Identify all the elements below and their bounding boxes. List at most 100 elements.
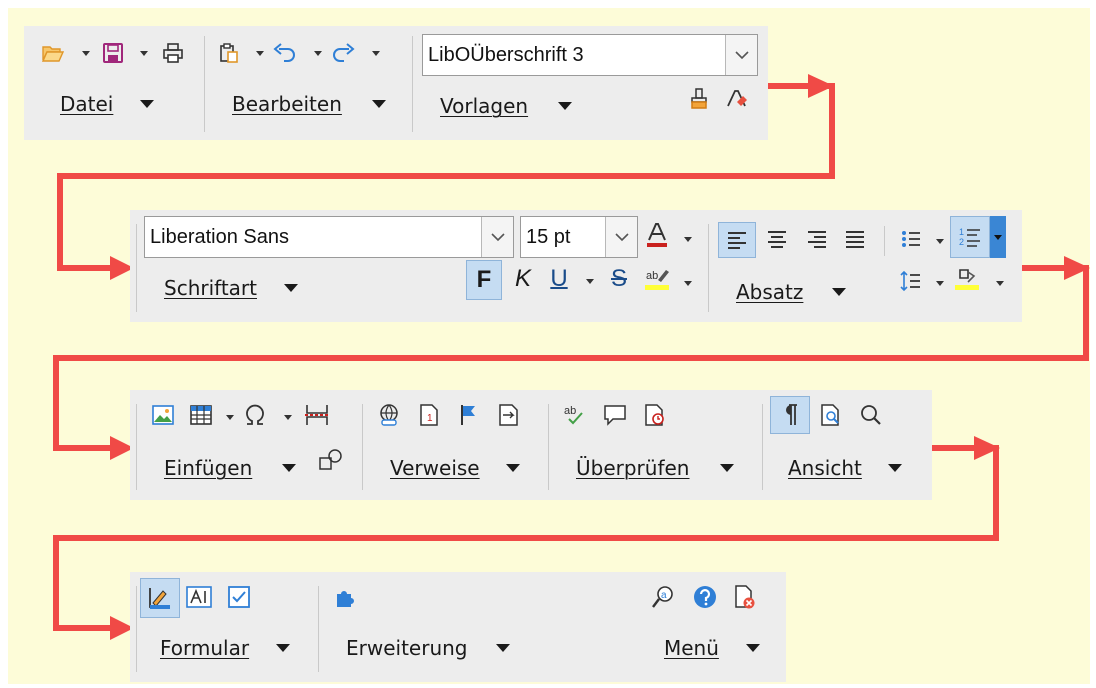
separator xyxy=(884,226,885,256)
menu-formular[interactable]: Formular xyxy=(160,636,249,660)
print-icon[interactable] xyxy=(160,40,186,66)
undo-dropdown[interactable] xyxy=(312,40,324,66)
menu-bearbeiten[interactable]: Bearbeiten xyxy=(232,92,342,116)
highlight-dropdown[interactable] xyxy=(682,270,694,296)
numbering-dropdown[interactable] xyxy=(990,216,1006,258)
spelling-icon[interactable]: ab xyxy=(562,402,588,428)
cross-reference-icon[interactable] xyxy=(496,402,522,428)
redo-icon[interactable] xyxy=(330,40,356,66)
menu-menue-arrow[interactable] xyxy=(746,644,760,652)
checkbox-icon[interactable] xyxy=(226,584,252,610)
open-icon[interactable] xyxy=(40,40,66,66)
separator xyxy=(204,36,205,132)
clone-formatting-icon[interactable] xyxy=(686,86,712,112)
font-name-combo[interactable]: Liberation Sans xyxy=(144,216,514,258)
align-left-icon[interactable] xyxy=(718,222,756,258)
save-dropdown[interactable] xyxy=(138,40,150,66)
menu-verweise-arrow[interactable] xyxy=(506,464,520,472)
image-icon[interactable] xyxy=(150,402,176,428)
menu-absatz-arrow[interactable] xyxy=(832,288,846,296)
chevron-down-icon xyxy=(490,232,505,241)
numbering-icon[interactable]: 12 xyxy=(950,216,990,258)
open-dropdown[interactable] xyxy=(80,40,92,66)
menu-bearbeiten-arrow[interactable] xyxy=(372,100,386,108)
align-center-icon[interactable] xyxy=(764,226,790,252)
paragraph-style-dropdown-button[interactable] xyxy=(725,35,757,75)
menu-verweise[interactable]: Verweise xyxy=(390,456,480,480)
underline-dropdown[interactable] xyxy=(584,268,596,294)
line-spacing-icon[interactable] xyxy=(898,268,924,294)
undo-icon[interactable] xyxy=(272,40,298,66)
paragraph-style-value: LibOÜberschrift 3 xyxy=(428,44,584,66)
table-icon[interactable] xyxy=(188,402,214,428)
menu-datei-arrow[interactable] xyxy=(140,100,154,108)
special-character-dropdown[interactable] xyxy=(282,404,294,430)
font-color-dropdown[interactable] xyxy=(682,226,694,252)
save-icon[interactable] xyxy=(100,40,126,66)
align-right-icon[interactable] xyxy=(804,226,830,252)
redo-dropdown[interactable] xyxy=(370,40,382,66)
svg-text:1: 1 xyxy=(427,413,433,424)
bullets-icon[interactable] xyxy=(898,226,924,252)
font-size-combo[interactable]: 15 pt xyxy=(520,216,638,258)
menu-einfuegen[interactable]: Einfügen xyxy=(164,456,252,480)
menu-schriftart[interactable]: Schriftart xyxy=(164,276,257,300)
paragraph-style-combo[interactable]: LibOÜberschrift 3 xyxy=(422,34,758,76)
highlight-icon[interactable]: ab xyxy=(644,266,670,292)
menu-erweiterung[interactable]: Erweiterung xyxy=(346,636,468,660)
menu-ansicht-arrow[interactable] xyxy=(888,464,902,472)
menu-datei[interactable]: Datei xyxy=(60,92,113,116)
extension-icon[interactable] xyxy=(332,584,358,610)
menu-ueberpruefen-arrow[interactable] xyxy=(720,464,734,472)
shapes-icon[interactable] xyxy=(318,446,344,472)
paragraph-background-dropdown[interactable] xyxy=(994,270,1006,296)
font-color-icon[interactable] xyxy=(644,222,670,248)
menu-einfuegen-arrow[interactable] xyxy=(282,464,296,472)
comment-icon[interactable] xyxy=(602,402,628,428)
menu-ueberpruefen[interactable]: Überprüfen xyxy=(576,456,689,480)
font-size-dropdown-button[interactable] xyxy=(605,217,637,257)
special-character-icon[interactable] xyxy=(242,402,268,428)
track-changes-icon[interactable] xyxy=(642,402,668,428)
italic-button[interactable]: K xyxy=(510,264,536,294)
footnote-icon[interactable]: 1 xyxy=(416,402,442,428)
justify-icon[interactable] xyxy=(842,226,868,252)
help-icon[interactable] xyxy=(692,584,718,610)
font-name-dropdown-button[interactable] xyxy=(481,217,513,257)
formatting-marks-icon[interactable] xyxy=(770,396,810,434)
paste-dropdown[interactable] xyxy=(254,40,266,66)
accessibility-icon[interactable]: a xyxy=(650,584,676,610)
menu-erweiterung-arrow[interactable] xyxy=(496,644,510,652)
hyperlink-icon[interactable] xyxy=(376,402,402,428)
menu-schriftart-arrow[interactable] xyxy=(284,284,298,292)
separator xyxy=(548,404,549,490)
print-preview-icon[interactable] xyxy=(818,402,844,428)
separator xyxy=(762,404,763,490)
menu-vorlagen[interactable]: Vorlagen xyxy=(440,94,528,118)
menu-formular-arrow[interactable] xyxy=(276,644,290,652)
table-dropdown[interactable] xyxy=(224,404,236,430)
find-icon[interactable] xyxy=(858,402,884,428)
paste-icon[interactable] xyxy=(216,40,242,66)
line-spacing-dropdown[interactable] xyxy=(934,270,946,296)
menu-absatz[interactable]: Absatz xyxy=(736,280,803,304)
separator xyxy=(318,586,319,672)
chevron-down-icon xyxy=(734,50,749,59)
bold-button[interactable]: F xyxy=(466,260,502,300)
svg-text:ab: ab xyxy=(564,405,576,417)
design-mode-icon[interactable] xyxy=(140,578,180,618)
text-field-icon[interactable] xyxy=(186,584,212,610)
paragraph-background-icon[interactable] xyxy=(954,266,980,292)
bullets-dropdown[interactable] xyxy=(934,228,946,254)
separator xyxy=(136,224,137,312)
menu-ansicht[interactable]: Ansicht xyxy=(788,456,862,480)
menu-vorlagen-arrow[interactable] xyxy=(558,102,572,110)
page-break-icon[interactable] xyxy=(304,402,330,428)
clear-formatting-icon[interactable] xyxy=(724,86,750,112)
underline-button[interactable]: U xyxy=(546,264,572,294)
close-document-icon[interactable] xyxy=(732,584,758,610)
menu-menue[interactable]: Menü xyxy=(664,636,719,660)
separator xyxy=(412,36,413,132)
strikethrough-button[interactable]: S xyxy=(606,264,632,294)
bookmark-icon[interactable] xyxy=(456,402,482,428)
